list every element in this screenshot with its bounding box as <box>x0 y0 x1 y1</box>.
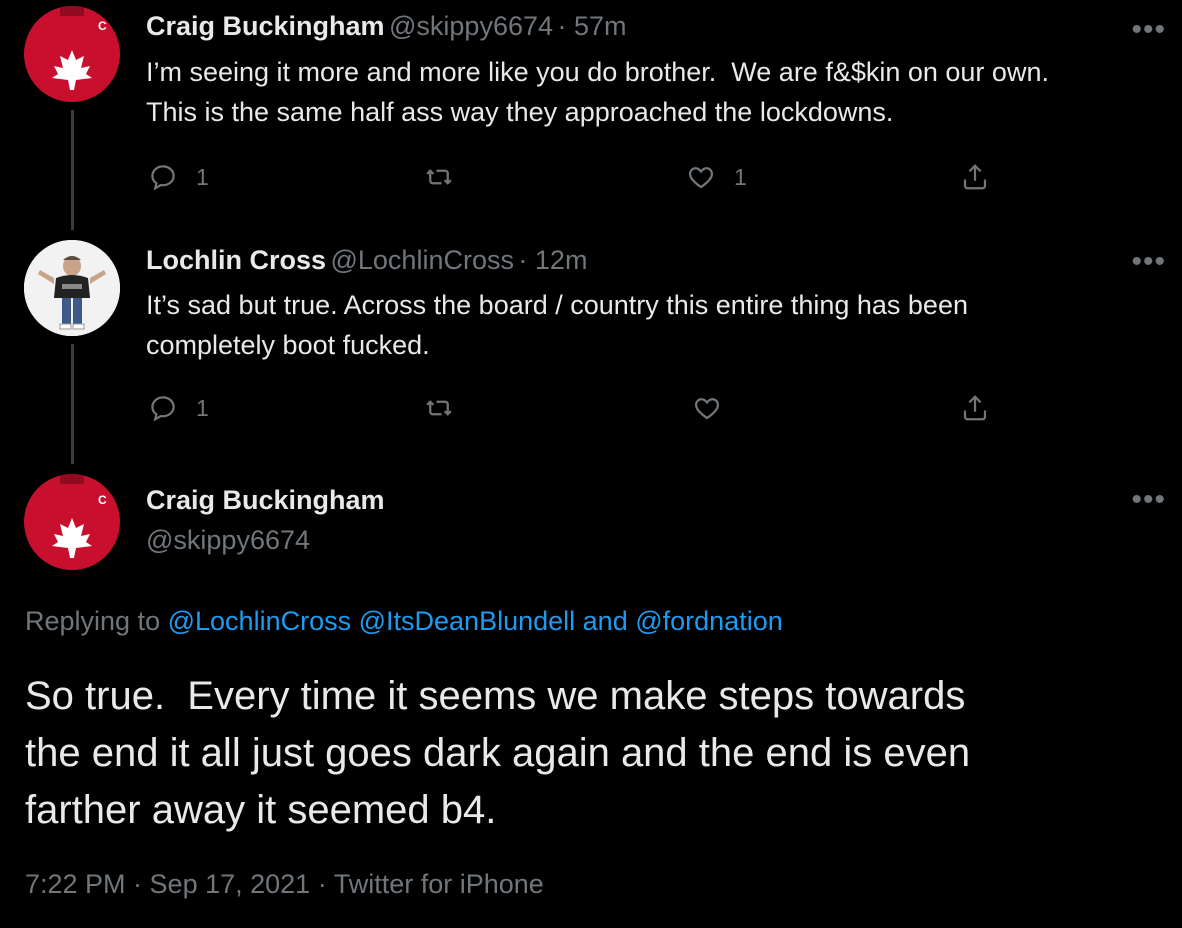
reply-icon <box>151 396 175 422</box>
share-icon <box>963 164 987 190</box>
like-count: 1 <box>734 163 747 190</box>
tweet-text: It’s sad but true. Across the board / co… <box>146 290 968 360</box>
share-icon <box>963 395 987 421</box>
avatar[interactable] <box>24 240 120 336</box>
tweet-time[interactable]: · 57m <box>557 11 626 41</box>
heart-icon <box>694 398 720 420</box>
reply-count: 1 <box>196 394 209 421</box>
tweet-timestamp[interactable]: 7:22 PM · Sep 17, 2021 · Twitter for iPh… <box>25 869 544 900</box>
author-name[interactable]: Craig Buckingham <box>146 11 385 41</box>
thread-line <box>71 110 74 230</box>
author-handle[interactable]: @skippy6674 <box>389 11 553 41</box>
tweet-time[interactable]: · 12m <box>518 245 587 275</box>
tweet-header: Craig Buckingham @skippy6674 · 57m <box>146 11 627 42</box>
main-tweet-text: So true. Every time it seems we make ste… <box>25 674 971 832</box>
svg-text:C: C <box>98 19 107 33</box>
tweet-header: Lochlin Cross @LochlinCross · 12m <box>146 245 587 276</box>
replying-label: Replying to <box>25 606 161 636</box>
author-name[interactable]: Lochlin Cross <box>146 245 326 275</box>
replying-to: Replying to @LochlinCross @ItsDeanBlunde… <box>25 606 783 637</box>
heart-icon <box>688 167 714 189</box>
reply-button[interactable]: 1 <box>148 162 209 192</box>
svg-text:C: C <box>98 493 107 507</box>
author-handle[interactable]: @skippy6674 <box>146 525 310 556</box>
avatar[interactable]: C <box>24 6 120 102</box>
share-button[interactable] <box>960 393 990 423</box>
reply-icon <box>151 165 175 191</box>
avatar[interactable]: C <box>24 474 120 570</box>
reply-count: 1 <box>196 163 209 190</box>
retweet-icon <box>426 169 452 185</box>
mention-link[interactable]: @fordnation <box>635 606 783 636</box>
reply-button[interactable]: 1 <box>148 393 209 423</box>
more-dots-icon[interactable]: ••• <box>1131 15 1166 45</box>
mention-link[interactable]: @LochlinCross <box>168 606 351 636</box>
retweet-button[interactable] <box>424 393 472 423</box>
thread-line <box>71 344 74 464</box>
share-button[interactable] <box>960 162 990 192</box>
retweet-button[interactable] <box>424 162 472 192</box>
more-dots-icon[interactable]: ••• <box>1131 247 1166 277</box>
retweet-icon <box>426 400 452 416</box>
more-dots-icon[interactable]: ••• <box>1131 485 1166 515</box>
mention-and: and <box>582 606 628 636</box>
like-button[interactable] <box>692 393 740 423</box>
author-name[interactable]: Craig Buckingham <box>146 485 385 516</box>
mention-link[interactable]: @ItsDeanBlundell <box>359 606 576 636</box>
tweet-text: I’m seeing it more and more like you do … <box>146 57 1049 127</box>
like-button[interactable]: 1 <box>686 162 747 192</box>
author-handle[interactable]: @LochlinCross <box>330 245 513 275</box>
